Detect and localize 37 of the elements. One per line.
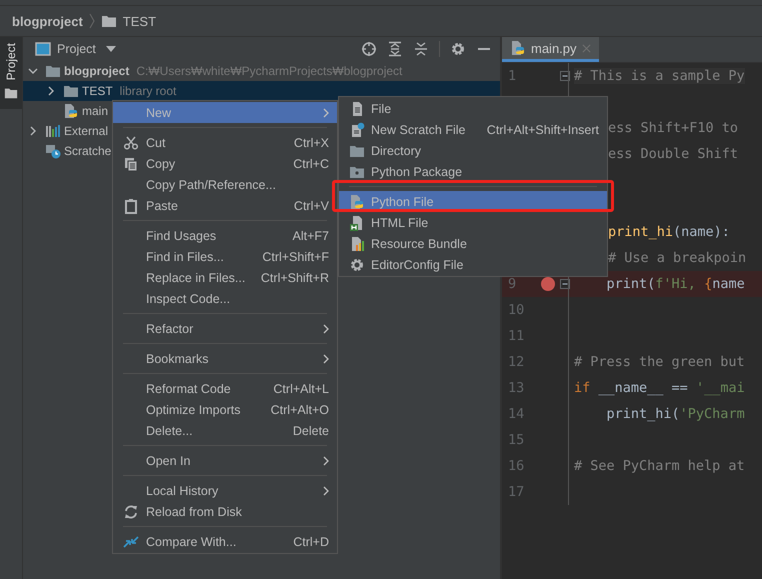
line-number: 11	[508, 328, 524, 344]
shortcut-label: Ctrl+D	[293, 534, 329, 548]
shortcut-label: Ctrl+Alt+L	[273, 382, 329, 396]
tree-label: TEST	[82, 84, 113, 98]
code-line: ess Double Shift	[608, 146, 738, 162]
line-number: 13	[508, 380, 524, 396]
shortcut-label: Ctrl+V	[294, 198, 329, 212]
code-line: ess Shift+F10 to	[608, 120, 738, 136]
shortcut-label: Ctrl+Shift+R	[260, 270, 329, 284]
line-number: 12	[508, 354, 524, 370]
shortcut-label: Alt+F7	[292, 228, 329, 242]
line-number: 10	[508, 302, 524, 318]
line-number: 16	[508, 458, 524, 474]
code-line: # Use a breakpoin	[608, 250, 746, 266]
tree-label: main	[82, 104, 108, 118]
line-number: 14	[508, 406, 524, 422]
shortcut-label: Ctrl+X	[294, 136, 329, 150]
shortcut-label: Ctrl+Shift+F	[262, 250, 329, 264]
shortcut-label: Delete	[292, 424, 329, 438]
tree-label: External	[64, 124, 108, 138]
code-line: # Press the green but	[574, 354, 745, 370]
project-path: C:₩Users₩white₩PycharmProjects₩blogproject	[136, 64, 402, 78]
code-line: print_hi('PyCharm	[606, 406, 745, 422]
line-number: 1	[508, 68, 516, 84]
line-number: 17	[508, 484, 524, 500]
code-line: # See PyCharm help at	[574, 458, 745, 474]
line-number: 15	[508, 432, 524, 448]
shortcut-label: Ctrl+Alt+O	[270, 402, 329, 416]
code-line: if __name__ == '__mai	[574, 380, 745, 396]
code-line: print_hi(name):	[608, 224, 730, 240]
tree-label: blogproject	[64, 64, 130, 78]
shortcut-label: Ctrl+Alt+Shift+Insert	[486, 122, 599, 136]
code-line: print(f'Hi, {name	[606, 276, 745, 292]
folder-note: library root	[120, 84, 176, 98]
line-number: 9	[508, 276, 516, 292]
shortcut-label: Ctrl+C	[293, 156, 329, 170]
tree-label: Scratche	[64, 144, 112, 158]
